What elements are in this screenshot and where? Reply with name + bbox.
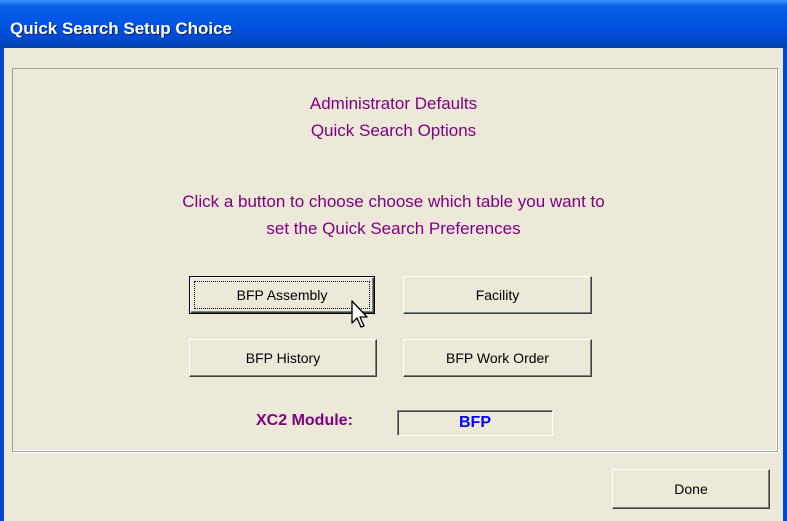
focus-rectangle [194,281,370,309]
xc2-module-label: XC2 Module: [256,412,353,429]
bfp-work-order-button[interactable]: BFP Work Order [403,339,592,377]
xc2-module-value-field: BFP [397,410,553,436]
title-bar[interactable]: Quick Search Setup Choice [0,0,787,48]
dialog-window: Quick Search Setup Choice Administrator … [0,0,787,521]
window-title: Quick Search Setup Choice [10,19,233,38]
xc2-module-value: BFP [459,414,491,431]
done-button[interactable]: Done [612,469,770,509]
done-button-label: Done [674,481,708,497]
facility-button[interactable]: Facility [403,276,592,314]
instruction-line-1: Click a button to choose choose which ta… [182,192,605,211]
heading-administrator-defaults: Administrator Defaults [309,94,478,113]
bfp-work-order-button-label: BFP Work Order [446,350,549,366]
bfp-assembly-button[interactable]: BFP Assembly [189,276,375,314]
window-frame-left [0,48,4,521]
arrow-cursor-icon [351,300,368,328]
facility-button-label: Facility [475,287,520,303]
heading-quick-search-options: Quick Search Options [310,121,477,140]
instruction-line-2: set the Quick Search Preferences [266,219,521,238]
bfp-history-button[interactable]: BFP History [189,339,377,377]
bfp-history-button-label: BFP History [245,350,321,366]
window-frame-right [783,48,787,521]
